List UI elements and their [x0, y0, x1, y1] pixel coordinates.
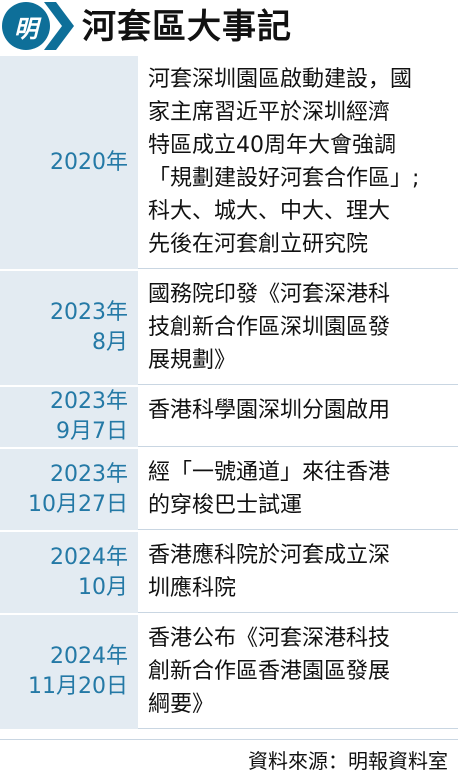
event-line: 綱要》 — [148, 692, 215, 717]
event-line: 圳應科院 — [148, 576, 237, 601]
date-line: 2023年 — [50, 461, 128, 487]
event-line: 香港公布《河套深港科技 — [148, 626, 391, 651]
event-line: 科大、城大、中大、理大 — [148, 199, 391, 224]
date-line: 10月27日 — [28, 491, 128, 517]
timeline-date: 2024年 11月20日 — [0, 615, 138, 729]
date-line: 8月 — [92, 330, 128, 355]
ming-pao-logo: 明 — [2, 2, 50, 50]
timeline-event: 香港科學園深圳分園啟用 — [138, 387, 458, 447]
event-line: 家主席習近平於深圳經濟 — [148, 100, 391, 125]
event-line: 特區成立40周年大會強調 — [148, 133, 396, 158]
timeline-date: 2023年 10月27日 — [0, 449, 138, 530]
event-line: 國務院印發《河套深港科 — [148, 282, 391, 307]
date-line: 2024年 — [50, 544, 128, 570]
event-line: 創新合作區香港園區發展 — [148, 659, 391, 684]
date-line: 11月20日 — [28, 674, 128, 699]
header: 明 河套區大事記 — [0, 0, 458, 56]
timeline-event: 經「一號通道」來往香港 的穿梭巴士試運 — [138, 449, 458, 530]
date-line: 2023年 — [50, 389, 128, 414]
date-line: 2020年 — [50, 149, 128, 175]
timeline-event: 國務院印發《河套深港科 技創新合作區深圳園區發 展規劃》 — [138, 271, 458, 385]
timeline-date: 2023年 9月7日 — [0, 387, 138, 447]
timeline-row: 2023年 10月27日 經「一號通道」來往香港 的穿梭巴士試運 — [0, 447, 458, 530]
event-line: 技創新合作區深圳園區發 — [148, 315, 391, 340]
timeline-event: 河套深圳園區啟動建設，國 家主席習近平於深圳經濟 特區成立40周年大會強調 「規劃建設… — [138, 56, 458, 269]
timeline-table: 2020年 河套深圳園區啟動建設，國 家主席習近平於深圳經濟 特區成立40周年大會強調… — [0, 56, 458, 729]
timeline-date: 2023年 8月 — [0, 271, 138, 385]
timeline-row: 2020年 河套深圳園區啟動建設，國 家主席習近平於深圳經濟 特區成立40周年大會強調… — [0, 56, 458, 269]
timeline-row: 2023年 9月7日 香港科學園深圳分園啟用 — [0, 385, 458, 447]
event-line: 香港應科院於河套成立深 — [148, 543, 391, 568]
date-line: 9月7日 — [56, 419, 128, 444]
date-line: 2024年 — [50, 644, 128, 669]
divider — [0, 739, 458, 740]
timeline-event: 香港公布《河套深港科技 創新合作區香港園區發展 綱要》 — [138, 615, 458, 729]
event-line: 河套深圳園區啟動建設，國 — [148, 67, 413, 92]
event-line: 先後在河套創立研究院 — [148, 232, 369, 257]
timeline-event: 香港應科院於河套成立深 圳應科院 — [138, 532, 458, 613]
chevron-right-icon — [44, 2, 74, 50]
source-note: 資料來源：明報資料室 — [248, 749, 448, 773]
date-line: 10月 — [78, 574, 128, 600]
timeline-row: 2023年 8月 國務院印發《河套深港科 技創新合作區深圳園區發 展規劃》 — [0, 269, 458, 385]
date-line: 2023年 — [50, 300, 128, 325]
event-line: 「規劃建設好河套合作區」; — [148, 166, 420, 191]
chronology-graphic: 明 河套區大事記 2020年 河套深圳園區啟動建設，國 家主席習近平於深圳經濟 特區成… — [0, 0, 458, 780]
timeline-date: 2020年 — [0, 56, 138, 269]
event-line: 經「一號通道」來往香港 — [148, 460, 391, 485]
event-line: 香港科學園深圳分園啟用 — [148, 398, 391, 423]
timeline-row: 2024年 10月 香港應科院於河套成立深 圳應科院 — [0, 530, 458, 613]
event-line: 展規劃》 — [148, 348, 237, 373]
timeline-row: 2024年 11月20日 香港公布《河套深港科技 創新合作區香港園區發展 綱要》 — [0, 613, 458, 729]
page-title: 河套區大事記 — [82, 7, 292, 47]
event-line: 的穿梭巴士試運 — [148, 493, 303, 518]
timeline-date: 2024年 10月 — [0, 532, 138, 613]
